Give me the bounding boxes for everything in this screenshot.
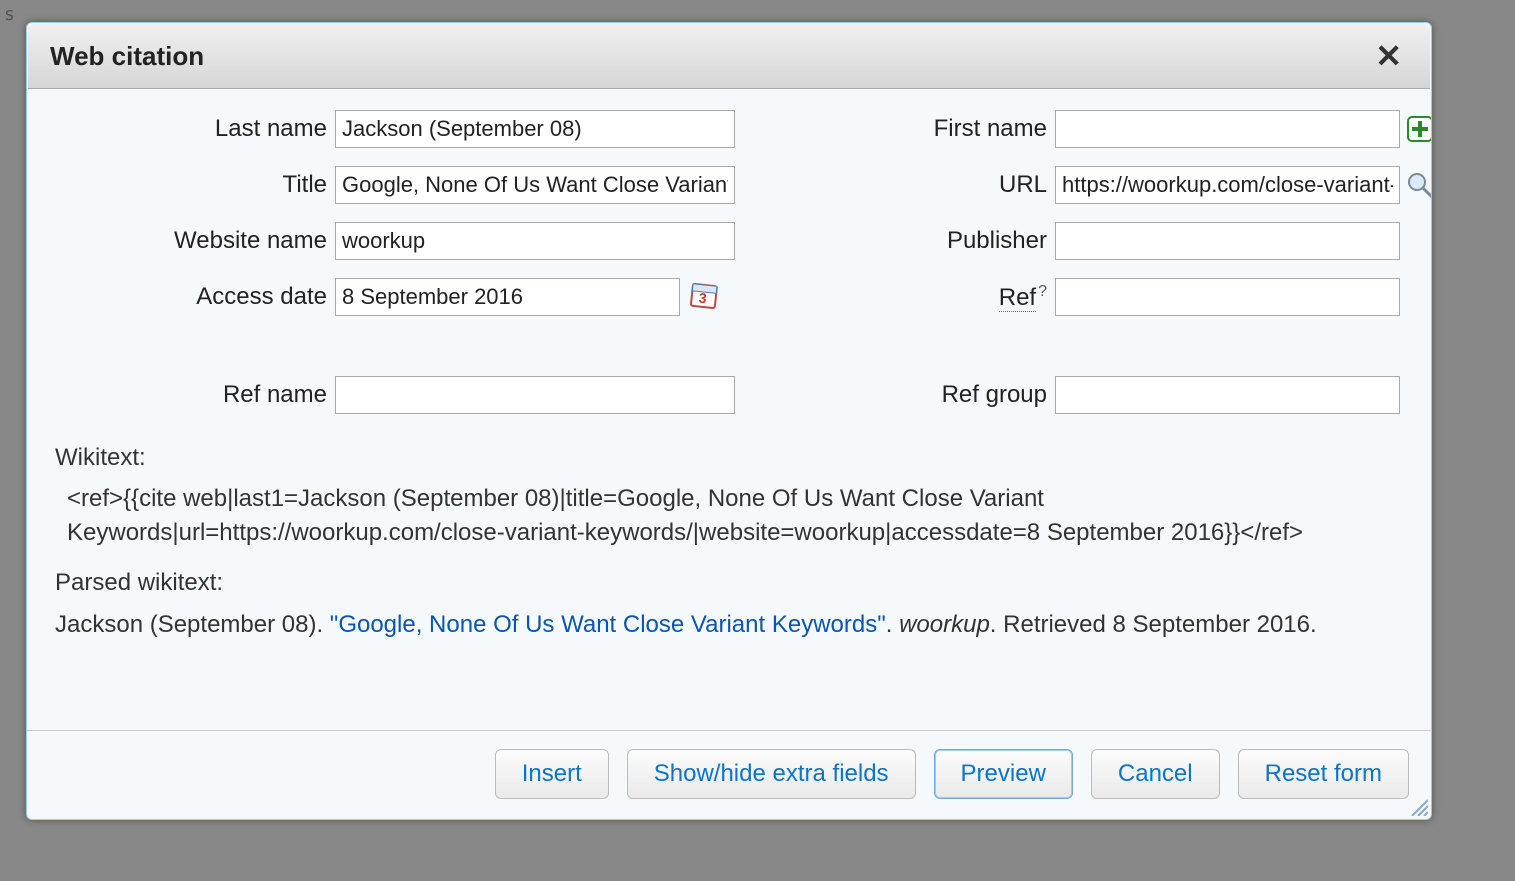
resize-grip-icon[interactable] [1408,796,1428,816]
first-name-input[interactable] [1055,110,1400,148]
ref-help-input[interactable] [1055,278,1400,316]
title-input[interactable] [335,166,735,204]
ref-group-label: Ref group [795,381,1055,409]
web-citation-dialog: Web citation ✕ Last name First name Titl… [26,22,1432,820]
url-input[interactable] [1055,166,1400,204]
first-name-label: First name [795,115,1055,143]
parsed-wikitext-label: Parsed wikitext: [55,569,1403,597]
preview-button[interactable]: Preview [934,749,1073,799]
wikitext-output: <ref>{{cite web|last1=Jackson (September… [67,482,1403,549]
parsed-wikitext-output: Jackson (September 08). "Google, None Of… [55,607,1403,643]
url-label: URL [795,171,1055,199]
access-date-label: Access date [55,283,335,311]
cancel-button[interactable]: Cancel [1091,749,1220,799]
dialog-content: Last name First name Title URL [27,90,1431,722]
dialog-button-row: Insert Show/hide extra fields Preview Ca… [27,731,1431,819]
publisher-input[interactable] [1055,222,1400,260]
publisher-label: Publisher [795,227,1055,255]
ref-name-input[interactable] [335,376,735,414]
dialog-titlebar[interactable]: Web citation ✕ [28,24,1430,89]
reset-form-button[interactable]: Reset form [1238,749,1409,799]
calendar-icon[interactable]: 3 [688,279,720,316]
last-name-label: Last name [55,115,335,143]
parsed-title-link[interactable]: "Google, None Of Us Want Close Variant K… [330,611,886,638]
website-name-label: Website name [55,227,335,255]
add-author-icon[interactable] [1400,114,1431,144]
title-label: Title [55,171,335,199]
close-icon[interactable]: ✕ [1369,40,1408,72]
citation-form: Last name First name Title URL [55,110,1403,414]
last-name-input[interactable] [335,110,735,148]
parsed-website: woorkup [899,611,990,638]
access-date-input[interactable] [335,278,680,316]
toggle-extra-fields-button[interactable]: Show/hide extra fields [627,749,916,799]
wikitext-label: Wikitext: [55,444,1403,472]
ref-group-input[interactable] [1055,376,1400,414]
website-name-input[interactable] [335,222,735,260]
ref-name-label: Ref name [55,381,335,409]
search-url-icon[interactable] [1400,170,1431,200]
parsed-retrieved-date: 8 September 2016 [1113,611,1310,638]
dialog-title: Web citation [50,41,204,72]
parsed-author: Jackson (September 08). [55,611,330,638]
insert-button[interactable]: Insert [495,749,609,799]
ref-help-label: Ref? [795,283,1055,312]
